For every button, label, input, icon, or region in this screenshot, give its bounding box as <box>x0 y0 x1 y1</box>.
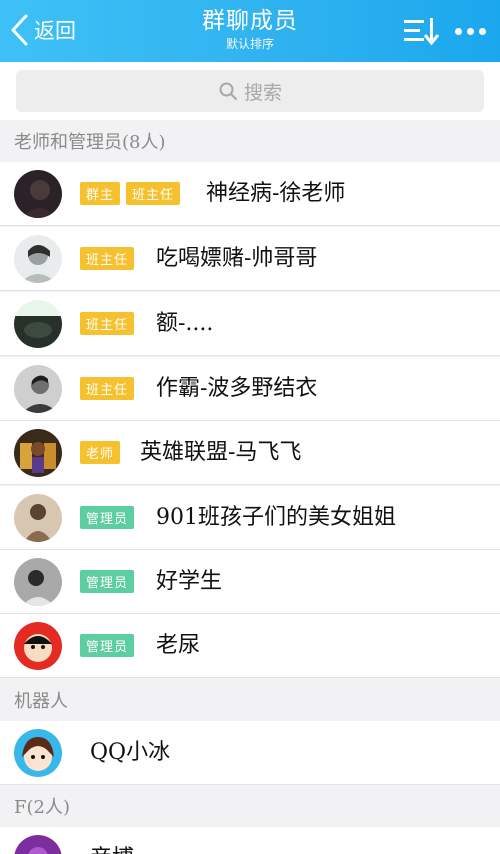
member-name: 额-.... <box>156 311 214 336</box>
avatar <box>14 494 62 542</box>
role-badge: 老师 <box>80 441 121 464</box>
role-badge: 群主 <box>80 182 121 205</box>
member-name: 901班孩子们的美女姐姐 <box>156 505 396 530</box>
avatar <box>14 729 62 777</box>
search-input[interactable]: 搜索 <box>16 70 484 112</box>
search-placeholder: 搜索 <box>243 81 282 104</box>
member-name: 好学生 <box>156 569 223 594</box>
more-dot-icon <box>466 27 474 35</box>
back-button[interactable]: 返回 <box>8 12 76 48</box>
role-badge: 班主任 <box>80 312 135 335</box>
search-area: 搜索 <box>0 62 500 120</box>
member-name: 吃喝嫖赌-帅哥哥 <box>156 246 318 271</box>
member-row[interactable]: 管理员 901班孩子们的美女姐姐 <box>0 486 500 550</box>
avatar <box>14 235 62 283</box>
section-header: 老师和管理员(8人) <box>0 120 500 162</box>
search-icon <box>219 82 237 100</box>
member-name: 老尿 <box>156 633 201 658</box>
avatar <box>14 365 62 413</box>
member-name: 帝博 <box>90 844 134 854</box>
role-badge: 管理员 <box>80 570 135 593</box>
more-dot-icon <box>454 27 462 35</box>
page-title: 群聊成员 <box>202 8 298 34</box>
member-name: QQ小冰 <box>90 740 171 765</box>
role-badge: 班主任 <box>126 182 181 205</box>
section-header: F(2人) <box>0 785 500 827</box>
member-row[interactable]: 班主任 额-.... <box>0 292 500 356</box>
avatar <box>14 429 62 477</box>
role-badge: 管理员 <box>80 506 135 529</box>
more-button[interactable] <box>448 14 492 48</box>
member-row[interactable]: 老师 英雄联盟-马飞飞 <box>0 421 500 485</box>
section-header: 机器人 <box>0 679 500 721</box>
avatar <box>14 558 62 606</box>
sort-mode-label: 默认排序 <box>225 37 274 51</box>
role-badge: 班主任 <box>80 247 135 270</box>
member-row[interactable]: 班主任 作霸-波多野结衣 <box>0 357 500 421</box>
role-badge: 班主任 <box>80 377 135 400</box>
more-dot-icon <box>478 27 486 35</box>
title-block: 群聊成员 默认排序 <box>150 6 350 52</box>
chevron-left-icon <box>11 14 28 46</box>
sort-icon <box>404 18 440 46</box>
avatar <box>14 835 62 854</box>
member-name: 作霸-波多野结衣 <box>156 376 318 401</box>
member-row[interactable]: 管理员 老尿 <box>0 614 500 678</box>
sort-button[interactable] <box>400 14 440 48</box>
member-name: 英雄联盟-马飞飞 <box>140 440 302 465</box>
avatar <box>14 300 62 348</box>
role-badge: 管理员 <box>80 634 135 657</box>
member-row[interactable]: 管理员 好学生 <box>0 550 500 614</box>
avatar <box>14 622 62 670</box>
member-row[interactable]: 帝博 <box>0 827 500 854</box>
member-row[interactable]: 班主任 吃喝嫖赌-帅哥哥 <box>0 227 500 291</box>
back-label: 返回 <box>34 19 76 43</box>
title-bar: 返回 群聊成员 默认排序 <box>0 0 500 62</box>
member-row[interactable]: 群主 班主任 神经病-徐老师 <box>0 162 500 226</box>
member-row[interactable]: QQ小冰 <box>0 721 500 785</box>
member-name: 神经病-徐老师 <box>206 181 346 206</box>
avatar <box>14 170 62 218</box>
